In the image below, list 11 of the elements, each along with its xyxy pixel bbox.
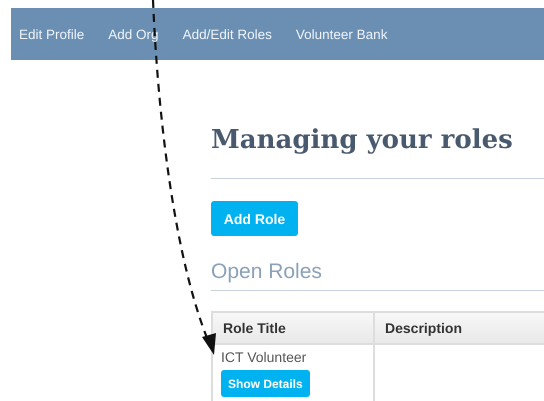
nav-link[interactable]: Add/Edit Roles [182, 26, 272, 42]
column-header: Role Title [212, 312, 374, 344]
nav-link[interactable]: Volunteer Bank [296, 26, 388, 42]
nav-link[interactable]: Edit Profile [19, 26, 84, 42]
page-title: Managing your roles [211, 124, 514, 157]
show-details-button[interactable]: Show Details [221, 370, 310, 397]
nav-link[interactable]: Add Org [108, 26, 159, 42]
column-header: Description [374, 312, 544, 344]
role-title: ICT Volunteer [221, 349, 308, 365]
section-title: Open Roles [211, 260, 323, 284]
add-role-button[interactable]: Add Role [211, 201, 298, 236]
